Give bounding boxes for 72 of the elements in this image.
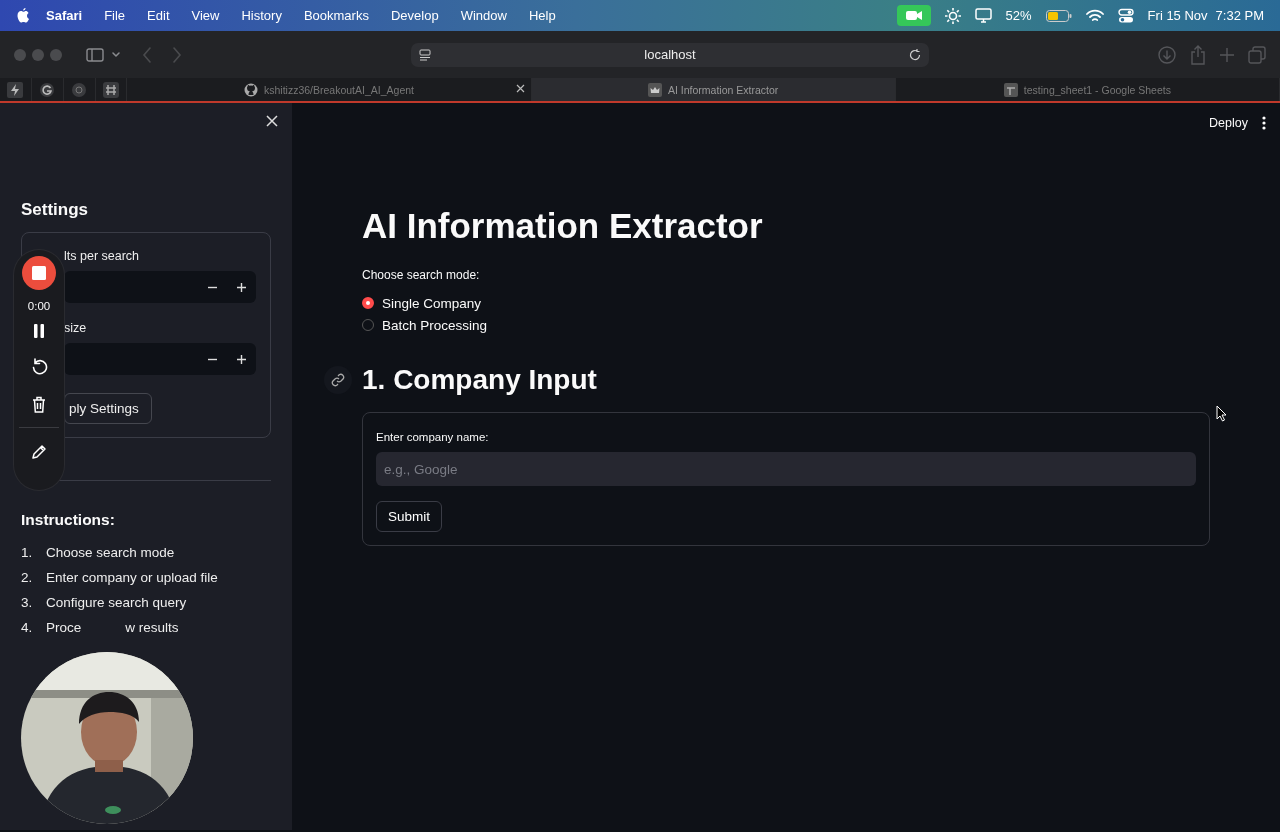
browser-tab[interactable]: AI Information Extractor bbox=[531, 78, 896, 101]
step-number: 4. bbox=[21, 620, 34, 637]
step-number: 3. bbox=[21, 595, 34, 612]
instruction-step: Configure search query bbox=[46, 595, 187, 620]
sidebar-title: Settings bbox=[21, 200, 90, 220]
instructions-title: Instructions: bbox=[21, 511, 116, 529]
recording-timer: 0:00 bbox=[27, 300, 51, 312]
stop-recording-button[interactable] bbox=[22, 256, 56, 290]
wifi-icon[interactable] bbox=[1085, 8, 1104, 23]
table-icon bbox=[1003, 82, 1018, 97]
menu-item[interactable]: View bbox=[191, 8, 220, 23]
radio-button[interactable] bbox=[362, 297, 374, 309]
field-label: lts per search bbox=[64, 249, 140, 263]
field-label: size bbox=[64, 321, 87, 335]
pause-icon[interactable] bbox=[33, 324, 45, 338]
submit-button[interactable]: Submit bbox=[376, 501, 443, 532]
radio-option[interactable]: Batch Processing bbox=[362, 314, 1210, 336]
cat-silhouette-icon bbox=[243, 82, 258, 97]
mouse-cursor-icon bbox=[1216, 405, 1227, 422]
brightness-icon[interactable] bbox=[944, 7, 961, 24]
instruction-step: w results bbox=[125, 620, 179, 645]
reload-icon[interactable] bbox=[909, 48, 921, 61]
letter-g-icon[interactable] bbox=[39, 81, 56, 98]
chevron-down-icon[interactable] bbox=[112, 51, 120, 58]
restart-icon[interactable] bbox=[30, 358, 48, 376]
section-heading: 1. Company Input bbox=[362, 364, 597, 396]
number-input[interactable] bbox=[64, 271, 256, 303]
close-icon[interactable] bbox=[515, 84, 525, 93]
deploy-button[interactable]: Deploy bbox=[1209, 116, 1248, 130]
display-icon[interactable] bbox=[974, 8, 992, 23]
radio-option[interactable]: Single Company bbox=[362, 292, 1210, 314]
battery-percentage: 52% bbox=[1005, 8, 1032, 23]
page-title: AI Information Extractor bbox=[362, 206, 764, 246]
menu-item[interactable]: Bookmarks bbox=[303, 8, 369, 23]
video-camera-icon[interactable] bbox=[896, 5, 931, 26]
step-number: 2. bbox=[21, 570, 34, 587]
menu-bar-clock: 7:32 PM bbox=[1215, 8, 1264, 23]
battery-icon[interactable] bbox=[1045, 9, 1072, 22]
menu-item[interactable]: Develop bbox=[390, 8, 439, 23]
menu-item[interactable]: Edit bbox=[147, 8, 170, 23]
browser-tab[interactable]: testing_sheet1 - Google Sheets bbox=[895, 78, 1280, 101]
link-icon[interactable] bbox=[324, 366, 352, 394]
instruction-step: Choose search mode bbox=[46, 545, 175, 570]
apple-icon[interactable] bbox=[16, 7, 30, 24]
menu-item[interactable]: Help bbox=[528, 8, 556, 23]
step-number: 1. bbox=[21, 545, 34, 562]
menu-item[interactable]: Safari bbox=[46, 8, 83, 23]
apply-settings-button[interactable]: ply Settings bbox=[64, 393, 152, 424]
radio-group-label: Choose search mode: bbox=[362, 268, 481, 282]
stop-icon bbox=[32, 266, 46, 280]
menu-item[interactable]: History bbox=[241, 8, 282, 23]
field-label: Enter company name: bbox=[376, 431, 490, 443]
address-bar[interactable]: localhost bbox=[411, 42, 929, 67]
number-input[interactable] bbox=[64, 343, 256, 375]
menu-bar-date: Fri 15 Nov bbox=[1147, 8, 1208, 23]
crown-icon bbox=[648, 82, 662, 97]
lightning-icon[interactable] bbox=[7, 81, 24, 98]
page-menu-icon[interactable] bbox=[419, 48, 431, 61]
circle-icon[interactable] bbox=[71, 81, 88, 98]
control-center-icon[interactable] bbox=[1117, 7, 1134, 24]
instruction-step: Proce bbox=[46, 620, 82, 645]
menu-item[interactable]: File bbox=[104, 8, 126, 23]
close-icon[interactable] bbox=[266, 115, 278, 127]
trash-icon[interactable] bbox=[32, 396, 46, 413]
menu-item[interactable]: Window bbox=[460, 8, 507, 23]
sidebar-icon[interactable] bbox=[86, 47, 104, 62]
company-name-field[interactable]: e.g., Google bbox=[376, 452, 1196, 486]
instruction-step: Enter company or upload file bbox=[46, 570, 218, 595]
more-icon[interactable] bbox=[1262, 116, 1266, 130]
grid-app-icon[interactable] bbox=[103, 81, 119, 98]
pencil-icon[interactable] bbox=[31, 444, 47, 460]
browser-tab[interactable]: kshitizz36/BreakoutAI_AI_Agent bbox=[127, 78, 532, 101]
